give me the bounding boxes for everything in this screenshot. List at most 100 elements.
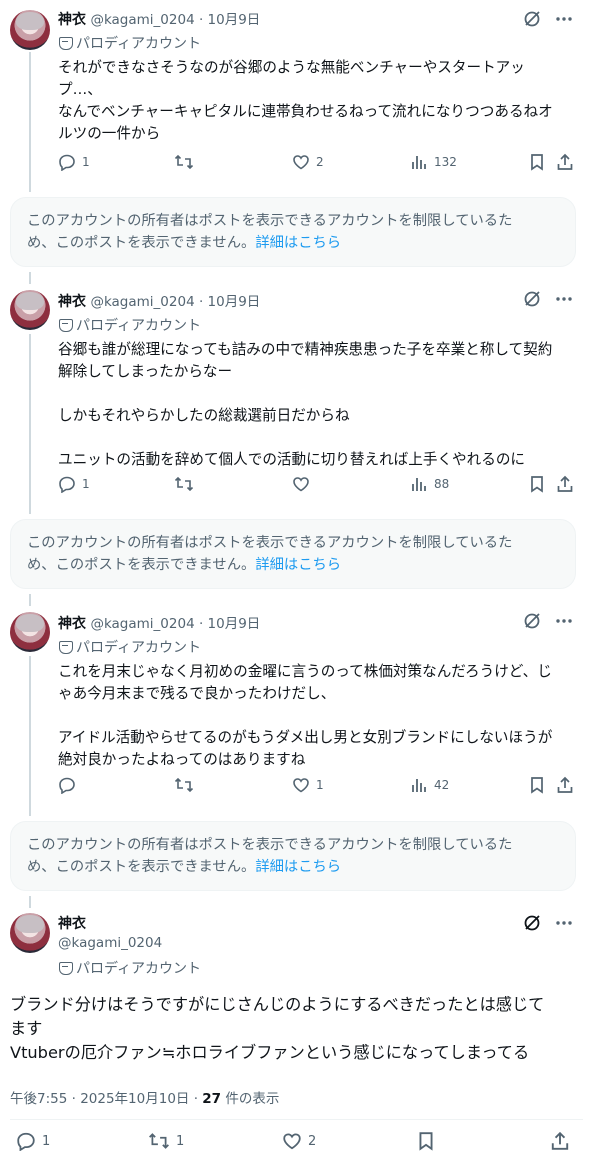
reply-button[interactable]: 1: [16, 1131, 50, 1151]
grok-icon[interactable]: [523, 612, 541, 630]
like-button[interactable]: 2: [282, 1131, 316, 1151]
parody-text: パロディアカウント: [76, 640, 202, 656]
timestamp-row: 午後7:55 · 2025年10月10日 · 27 件の表示: [10, 1087, 279, 1107]
line-break: [58, 383, 578, 405]
reply-button[interactable]: [58, 776, 82, 794]
more-icon[interactable]: [555, 10, 573, 28]
restricted-text: め、このポストを表示できません。: [27, 557, 256, 573]
retweet-button[interactable]: [174, 153, 200, 171]
text-line: それができなさそうなのが谷郷のような無能ベンチャーやスタートアッ: [58, 59, 525, 76]
bookmark-icon: [531, 154, 543, 171]
reply-button[interactable]: 1: [58, 153, 90, 171]
parody-label: パロディアカウント: [58, 315, 201, 335]
display-name[interactable]: 神衣: [58, 913, 86, 933]
grok-icon[interactable]: [523, 914, 541, 932]
tweet-text: それができなさそうなのが谷郷のような無能ベンチャーやスタートアッ プ…、 なんで…: [58, 57, 578, 145]
reply-count: 1: [42, 1133, 51, 1149]
tweet[interactable]: 神衣 @kagami_0204 · 10月9日 パロディアカウント 谷郷も誰が総…: [0, 290, 593, 500]
like-count: 2: [308, 1133, 317, 1149]
tweet[interactable]: 神衣 @kagami_0204 · 10月9日 パロディアカウント これを月末じ…: [0, 612, 593, 802]
text-line: ルツの一件から: [58, 125, 161, 142]
views-label: 件の表示: [221, 1091, 280, 1107]
tweet-actions: 1 2 132: [58, 153, 578, 177]
retweet-icon: [174, 154, 194, 170]
reply-icon: [17, 1132, 35, 1151]
avatar[interactable]: [10, 10, 50, 50]
like-button[interactable]: 1: [292, 776, 324, 794]
more-icon[interactable]: [555, 290, 573, 308]
retweet-button[interactable]: [174, 776, 200, 794]
main-tweet-actions: 1 1 2: [16, 1131, 576, 1157]
text-line: しかもそれやらかしたの総裁選前日だからね: [58, 407, 350, 424]
heart-icon: [283, 1133, 301, 1150]
handle[interactable]: @kagami_0204: [58, 935, 162, 951]
like-button[interactable]: [292, 475, 316, 493]
display-name[interactable]: 神衣: [58, 616, 86, 632]
thread-line: [29, 594, 31, 606]
learn-more-link[interactable]: 詳細はこちら: [255, 235, 341, 251]
text-line: Vtuberの厄介ファン≒ホロライブファンという感じになってしまってる: [10, 1043, 530, 1062]
reply-icon: [59, 777, 75, 794]
view-count: 42: [434, 778, 450, 792]
share-icon: [551, 1131, 569, 1150]
reply-count: 1: [82, 477, 90, 491]
bookmark-icon: [531, 777, 543, 794]
handle-and-date[interactable]: @kagami_0204 · 10月9日: [90, 12, 260, 28]
bookmark-button[interactable]: [528, 153, 546, 171]
text-line: なんでベンチャーキャピタルに連帯負わせるねって流れになりつつあるねオ: [58, 103, 553, 120]
views-button[interactable]: 42: [410, 776, 449, 794]
main-tweet-text: ブランド分けはそうですがにじさんじのようにするべきだったとは感じて ます Vtu…: [10, 993, 585, 1065]
handle-and-date[interactable]: @kagami_0204 · 10月9日: [90, 294, 260, 310]
retweet-button[interactable]: [174, 475, 200, 493]
like-button[interactable]: 2: [292, 153, 324, 171]
views-button[interactable]: 132: [410, 153, 457, 171]
restricted-text: め、このポストを表示できません。: [27, 859, 256, 875]
parody-label: パロディアカウント: [58, 958, 201, 978]
reply-button[interactable]: 1: [58, 475, 90, 493]
bookmark-button[interactable]: [528, 776, 546, 794]
text-line: プ…、: [58, 81, 102, 98]
views-icon: [412, 478, 426, 491]
like-count: 2: [316, 155, 324, 169]
learn-more-link[interactable]: 詳細はこちら: [255, 859, 341, 875]
retweet-button[interactable]: 1: [148, 1131, 184, 1151]
share-button[interactable]: [556, 776, 574, 794]
tweet[interactable]: 神衣 @kagami_0204 · 10月9日 パロディアカウント それができな…: [0, 8, 593, 178]
heart-icon: [293, 477, 309, 492]
views-button[interactable]: 88: [410, 475, 449, 493]
bookmark-icon: [419, 1132, 433, 1151]
share-button[interactable]: [556, 153, 574, 171]
learn-more-link[interactable]: 詳細はこちら: [255, 557, 341, 573]
restricted-post-notice: このアカウントの所有者はポストを表示できるアカウントを制限しているた め、このポ…: [10, 821, 576, 891]
avatar[interactable]: [10, 612, 50, 652]
tweet-header: 神衣 @kagami_0204 · 10月9日: [58, 290, 260, 312]
views-icon: [412, 156, 426, 169]
text-line: ゃあ今月末まで残るで良かったわけだし、: [58, 685, 336, 702]
parody-text: パロディアカウント: [76, 36, 202, 52]
main-tweet: 神衣 @kagami_0204 パロディアカウント ブランド分けはそうですがにじ…: [0, 913, 593, 1164]
share-button[interactable]: [550, 1131, 570, 1151]
avatar[interactable]: [10, 290, 50, 330]
handle-and-date[interactable]: @kagami_0204 · 10月9日: [90, 616, 260, 632]
bookmark-button[interactable]: [528, 475, 546, 493]
more-icon[interactable]: [555, 612, 573, 630]
more-icon[interactable]: [555, 914, 573, 932]
grok-icon[interactable]: [523, 290, 541, 308]
share-button[interactable]: [556, 475, 574, 493]
display-name[interactable]: 神衣: [58, 294, 86, 310]
text-line: これを月末じゃなく月初めの金曜に言うのって株価対策なんだろうけど、じ: [58, 663, 552, 680]
bookmark-button[interactable]: [416, 1131, 436, 1151]
avatar[interactable]: [10, 913, 50, 953]
restricted-post-notice: このアカウントの所有者はポストを表示できるアカウントを制限しているた め、このポ…: [10, 519, 576, 589]
views-icon: [412, 779, 426, 792]
text-line: ブランド分けはそうですがにじさんじのようにするべきだったとは感じて: [10, 995, 545, 1014]
grok-icon[interactable]: [523, 10, 541, 28]
retweet-icon: [149, 1133, 169, 1149]
display-name[interactable]: 神衣: [58, 12, 86, 28]
reply-count: 1: [82, 155, 90, 169]
share-icon: [557, 153, 573, 170]
restricted-text: このアカウントの所有者はポストを表示できるアカウントを制限しているた: [27, 213, 513, 229]
timestamp[interactable]: 午後7:55 · 2025年10月10日 ·: [10, 1091, 202, 1107]
parody-mask-icon: [58, 961, 73, 975]
parody-text: パロディアカウント: [76, 318, 202, 334]
